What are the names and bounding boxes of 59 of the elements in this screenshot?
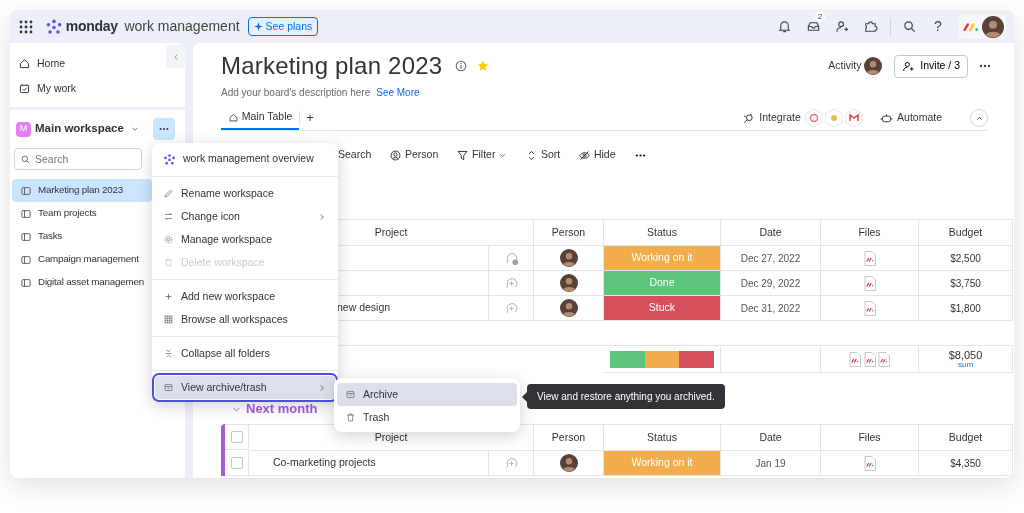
status-label[interactable]: Stuck <box>604 296 721 321</box>
date-text: Dec 29, 2022 <box>740 276 801 291</box>
column-header: Person <box>534 220 604 246</box>
board-item[interactable]: Marketing plan 2023 <box>12 179 152 202</box>
item-name[interactable]: Co-marketing projects <box>273 455 376 471</box>
invite-button[interactable]: Invite / 3 <box>894 54 968 78</box>
sidebar-nav-item[interactable]: My work <box>10 76 163 101</box>
sum-label: sum <box>957 361 974 370</box>
automate-button[interactable]: Automate <box>897 110 942 126</box>
sidebar-nav-item[interactable]: Home <box>10 51 163 76</box>
date-text: Dec 27, 2022 <box>740 251 801 266</box>
brand-name: monday <box>65 17 118 36</box>
column-header: Date <box>721 425 821 451</box>
budget-total: $8,050 <box>948 349 983 362</box>
inbox-count: 2 <box>814 10 826 22</box>
date-text: Dec 31, 2022 <box>740 301 801 316</box>
help-button[interactable]: ? <box>925 13 951 40</box>
see-more-link[interactable]: See More <box>376 84 420 100</box>
workspace-name[interactable]: Main workspace <box>35 120 124 138</box>
integrate-button[interactable]: Integrate <box>759 110 801 126</box>
board-item[interactable]: Tasks <box>12 225 152 248</box>
search-field[interactable]: Search <box>14 148 142 170</box>
workspace-avatar: M <box>16 121 31 137</box>
toolbar-button[interactable]: Filter <box>456 147 508 163</box>
column-header: Files <box>821 220 919 246</box>
activity-link[interactable]: Activity <box>828 58 862 74</box>
group-title[interactable]: Next month <box>246 399 318 419</box>
column-header: Date <box>721 220 821 246</box>
item-name[interactable]: new design <box>337 300 391 316</box>
budget-text: $2,500 <box>950 251 981 266</box>
view-tab[interactable]: Main Table <box>221 106 300 130</box>
menu-item[interactable]: Browse all workspaces <box>155 308 335 331</box>
menu-item[interactable]: Rename workspace <box>155 182 335 205</box>
board-description[interactable]: Add your board's description here <box>221 84 371 100</box>
board-item[interactable]: Team projects <box>12 202 152 225</box>
column-header: Files <box>821 425 919 451</box>
budget-text: $3,750 <box>950 276 981 291</box>
board-title[interactable]: Marketing plan 2023 <box>221 49 443 83</box>
menu-item[interactable]: work management overview <box>155 147 335 171</box>
menu-item[interactable]: Archive <box>337 383 517 406</box>
inbox-button[interactable]: 2 <box>800 13 827 40</box>
column-header: Budget <box>919 425 1013 451</box>
toolbar-button[interactable]: Sort <box>525 147 561 163</box>
menu-item[interactable]: View archive/trash <box>155 376 335 399</box>
column-header: Budget <box>919 220 1013 246</box>
toolbar-button[interactable]: Hide <box>578 147 616 163</box>
column-header: Person <box>534 425 604 451</box>
product-name: work management <box>124 17 240 36</box>
menu-item[interactable]: Collapse all folders <box>155 342 335 365</box>
budget-text: $1,800 <box>950 301 981 316</box>
add-view-button[interactable]: + <box>300 106 320 130</box>
budget-text: $4,350 <box>950 456 981 471</box>
board-item[interactable]: Digital asset managemen <box>12 271 152 294</box>
menu-item[interactable]: Add new workspace <box>155 285 335 308</box>
see-plans-button[interactable]: See plans <box>247 17 319 36</box>
board-item[interactable]: Campaign management <box>12 248 152 271</box>
toolbar-button[interactable]: Search <box>338 147 372 163</box>
date-text: Jan 19 <box>755 456 786 471</box>
toolbar-button[interactable]: Person <box>389 147 439 163</box>
